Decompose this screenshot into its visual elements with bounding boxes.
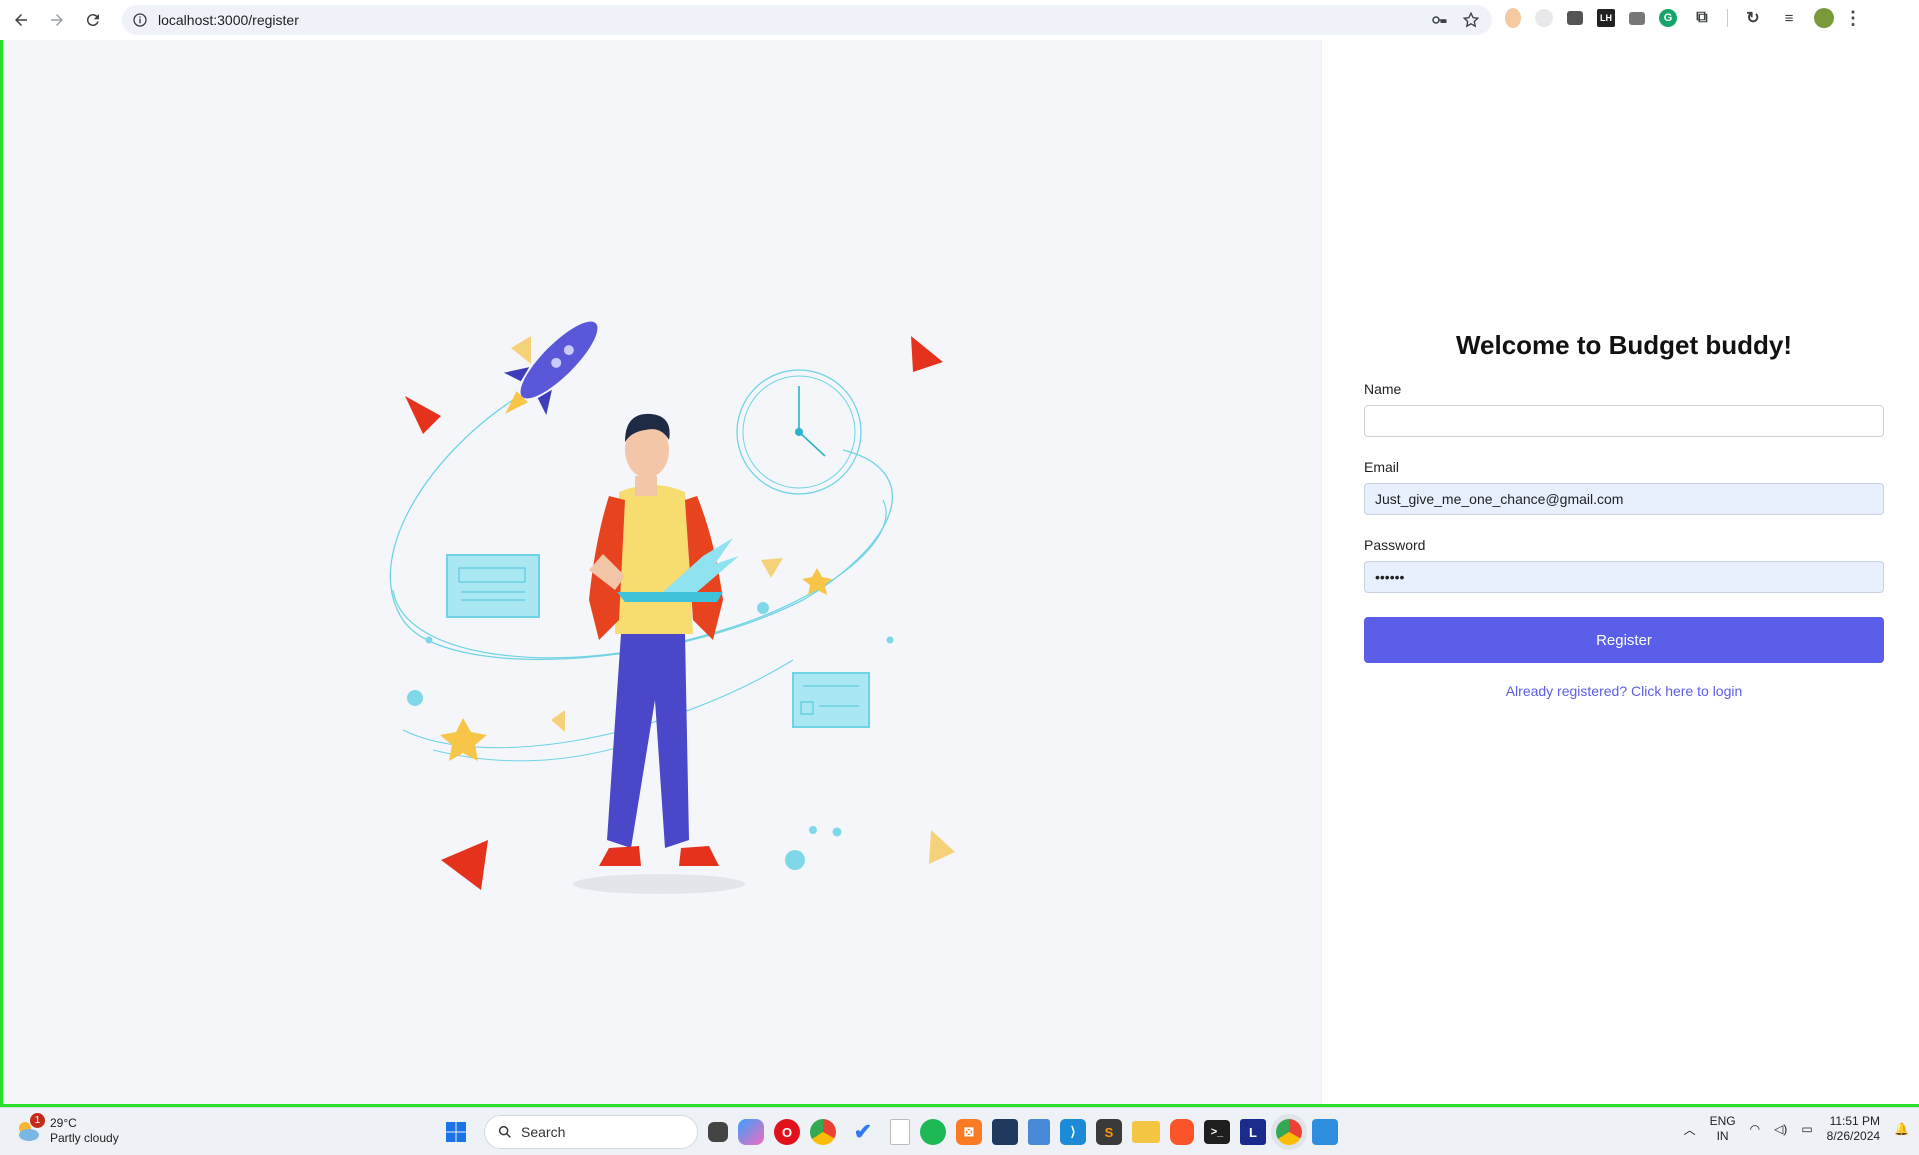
camera-icon[interactable] xyxy=(1629,11,1645,25)
file-explorer-icon[interactable] xyxy=(1132,1121,1160,1143)
weather-badge: 1 xyxy=(30,1113,45,1128)
chevron-up-icon[interactable]: ︿ xyxy=(1684,1121,1696,1138)
page-viewport: Welcome to Budget buddy! Name Email Just… xyxy=(0,40,1919,1107)
back-button[interactable] xyxy=(6,5,36,35)
capture-icon[interactable] xyxy=(1535,9,1553,27)
clock-time: 11:51 PM xyxy=(1829,1114,1881,1128)
notepad-icon[interactable] xyxy=(1028,1119,1050,1145)
grammarly-icon[interactable]: G xyxy=(1659,9,1677,27)
battery-icon[interactable]: ▭ xyxy=(1801,1122,1812,1136)
arrow-left-icon xyxy=(15,14,27,26)
menu-dots-icon[interactable]: ⋮ xyxy=(1844,7,1862,29)
forward-button[interactable] xyxy=(42,5,72,35)
taskbar-search[interactable]: Search xyxy=(484,1115,698,1149)
weather-condition: Partly cloudy xyxy=(50,1131,119,1145)
address-bar[interactable]: localhost:3000/register xyxy=(122,5,1492,35)
weather-widget[interactable]: 1 29°C Partly cloudy xyxy=(14,1113,119,1146)
clock[interactable]: 11:51 PM 8/26/2024 xyxy=(1827,1114,1880,1144)
language-indicator[interactable]: ENG IN xyxy=(1710,1114,1736,1144)
login-link[interactable]: Already registered? Click here to login xyxy=(1364,683,1884,699)
file-icon[interactable] xyxy=(890,1119,910,1145)
url-text[interactable]: localhost:3000/register xyxy=(158,12,299,28)
weather-cloud-icon: 1 xyxy=(14,1113,45,1145)
spotify-icon[interactable] xyxy=(920,1119,946,1145)
notification-bell-icon[interactable]: 🔔 xyxy=(1894,1122,1909,1136)
name-field[interactable] xyxy=(1364,405,1884,437)
register-panel: Welcome to Budget buddy! Name Email Just… xyxy=(1321,40,1919,1104)
password-key-icon[interactable] xyxy=(1430,11,1448,29)
honey-icon[interactable] xyxy=(1505,8,1521,28)
register-form: Welcome to Budget buddy! Name Email Just… xyxy=(1364,330,1884,699)
search-placeholder: Search xyxy=(521,1124,566,1140)
taskbar-apps: Search O ✔ ⊠ ⟩ S >_ L xyxy=(438,1114,1338,1150)
register-button[interactable]: Register xyxy=(1364,617,1884,663)
email-label: Email xyxy=(1364,459,1400,475)
vscode-icon[interactable]: ⟩ xyxy=(1060,1119,1086,1145)
terminal-icon[interactable]: >_ xyxy=(1204,1120,1230,1144)
search-icon xyxy=(498,1125,511,1138)
start-button[interactable] xyxy=(438,1114,474,1150)
media-icon[interactable]: ≡ xyxy=(1778,7,1800,29)
xampp-icon[interactable]: ⊠ xyxy=(956,1119,982,1145)
task-view-icon[interactable] xyxy=(708,1122,728,1142)
tab-icon[interactable] xyxy=(1567,11,1583,25)
brave-icon[interactable] xyxy=(1170,1119,1194,1145)
bookmark-star-icon[interactable] xyxy=(1462,11,1480,29)
windows-taskbar: 1 29°C Partly cloudy Search O ✔ ⊠ ⟩ S >_… xyxy=(0,1107,1919,1155)
photos-icon[interactable] xyxy=(1312,1119,1338,1145)
toolbar-divider xyxy=(1727,9,1728,27)
extensions-bar: LH G ⧉ ↻ ≡ ⋮ xyxy=(1505,7,1862,29)
lang-top: ENG xyxy=(1709,1114,1736,1128)
password-label: Password xyxy=(1364,537,1426,553)
name-label: Name xyxy=(1364,381,1402,397)
illustration-panel xyxy=(3,40,1321,1104)
todo-icon[interactable]: ✔ xyxy=(846,1115,880,1149)
reload-icon xyxy=(86,14,99,27)
launcher-icon[interactable]: L xyxy=(1240,1119,1266,1145)
page-title: Welcome to Budget buddy! xyxy=(1455,330,1793,360)
lang-bottom: IN xyxy=(1716,1129,1729,1143)
lighthouse-icon[interactable]: LH xyxy=(1597,9,1615,27)
chrome-icon[interactable] xyxy=(810,1119,836,1145)
password-field[interactable]: •••••• xyxy=(1364,561,1884,593)
browser-toolbar: localhost:3000/register LH G ⧉ ↻ ≡ ⋮ xyxy=(0,0,1919,40)
hero-illustration xyxy=(389,321,955,894)
wifi-icon[interactable]: ◠ xyxy=(1750,1122,1760,1136)
profile-avatar[interactable] xyxy=(1814,8,1834,28)
sync-icon[interactable]: ↻ xyxy=(1742,7,1764,29)
chrome-active-icon[interactable] xyxy=(1276,1119,1302,1145)
email-field[interactable]: Just_give_me_one_chance@gmail.com xyxy=(1364,483,1884,515)
reload-button[interactable] xyxy=(78,5,108,35)
copilot-icon[interactable] xyxy=(738,1119,764,1145)
volume-icon[interactable]: ◁) xyxy=(1774,1122,1787,1136)
mysql-icon[interactable] xyxy=(992,1119,1018,1145)
sublime-icon[interactable]: S xyxy=(1096,1119,1122,1145)
site-info-icon[interactable] xyxy=(132,12,148,28)
opera-icon[interactable]: O xyxy=(774,1119,800,1145)
temperature: 29°C xyxy=(50,1116,77,1130)
arrow-right-icon xyxy=(51,14,63,26)
windows-logo-icon xyxy=(446,1122,466,1142)
clock-date: 8/26/2024 xyxy=(1826,1129,1881,1143)
puzzle-icon[interactable]: ⧉ xyxy=(1691,7,1713,29)
system-tray: ︿ ENG IN ◠ ◁) ▭ 11:51 PM 8/26/2024 🔔 xyxy=(1684,1114,1909,1144)
